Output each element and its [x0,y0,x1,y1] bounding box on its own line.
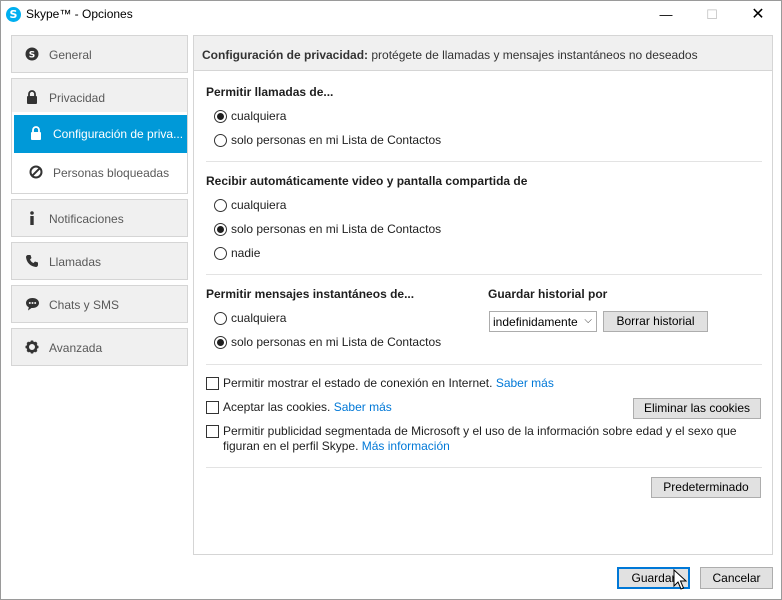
messages-radio-anyone[interactable]: cualquiera [214,311,286,325]
radio-label: cualquiera [231,198,287,212]
sidebar-subitem-privacy-settings[interactable]: Configuración de priva... [14,115,187,153]
panel-header-description: protégete de llamadas y mensajes instant… [368,48,698,62]
checkbox-indicator [206,401,219,414]
checkbox-indicator [206,377,219,390]
privacy-subitems: Configuración de priva... Personas bloqu… [11,112,188,194]
sidebar-item-privacidad[interactable]: Privacidad [11,78,188,116]
cookies-text: Aceptar las cookies. [223,400,331,414]
radio-label: solo personas en mi Lista de Contactos [231,335,442,349]
online-status-text: Permitir mostrar el estado de conexión e… [223,376,493,390]
panel-header-title: Configuración de privacidad: [202,48,369,62]
panel-header-text: Configuración de privacidad: protégete d… [202,48,698,62]
radio-label: solo personas en mi Lista de Contactos [231,222,442,236]
video-radio-nobody[interactable]: nadie [214,246,260,260]
svg-text:S: S [29,51,35,61]
video-section-title: Recibir automáticamente video y pantalla… [206,174,528,188]
options-window: S Skype™ - Opciones — ☐ ✕ S General Priv… [0,0,782,600]
checkbox-label: Permitir publicidad segmentada de Micros… [223,424,766,454]
radio-indicator [214,133,227,147]
cookies-checkbox[interactable]: Aceptar las cookies. Saber más [206,400,506,415]
gear-icon [24,340,40,356]
phone-icon [24,254,40,270]
calls-section-title: Permitir llamadas de... [206,85,334,99]
video-radio-anyone[interactable]: cualquiera [214,198,286,212]
close-button[interactable]: ✕ [735,1,781,29]
panel-header: Configuración de privacidad: protégete d… [194,36,772,71]
radio-indicator [214,198,227,212]
radio-label: solo personas en mi Lista de Contactos [231,133,442,147]
messages-section-title: Permitir mensajes instantáneos de... [206,287,415,301]
delete-cookies-button[interactable]: Eliminar las cookies [633,398,761,419]
skype-logo-icon: S [6,7,21,22]
sidebar-item-llamadas[interactable]: Llamadas [11,242,188,280]
section-divider [206,161,762,162]
sidebar-item-chats[interactable]: Chats y SMS [11,285,188,323]
sidebar-item-label: Privacidad [49,91,106,105]
radio-indicator [214,311,227,325]
radio-indicator [214,335,227,349]
radio-label: nadie [231,246,261,260]
checkbox-label: Aceptar las cookies. Saber más [223,400,392,415]
minimize-button[interactable]: — [643,1,689,29]
history-duration-select[interactable]: indefinidamente ⌵ [489,311,597,332]
radio-indicator [214,109,227,123]
sidebar-subitem-label: Configuración de priva... [53,127,184,141]
skype-icon: S [24,47,40,63]
sidebar-item-label: General [49,48,92,62]
history-section-title: Guardar historial por [488,287,608,301]
more-info-link[interactable]: Más información [362,439,450,453]
sidebar-item-label: Notificaciones [49,212,124,226]
select-value: indefinidamente [493,315,578,329]
radio-indicator [214,222,227,236]
radio-label: cualquiera [231,109,287,123]
section-divider [206,467,762,468]
cancel-button[interactable]: Cancelar [700,567,773,589]
learn-more-link[interactable]: Saber más [334,400,392,414]
checkbox-label: Permitir mostrar el estado de conexión e… [223,376,554,391]
section-divider [206,364,762,365]
messages-radio-contacts[interactable]: solo personas en mi Lista de Contactos [214,335,441,349]
targeted-ads-checkbox[interactable]: Permitir publicidad segmentada de Micros… [206,424,766,454]
lock-icon [28,126,44,142]
chat-icon [24,297,40,313]
mouse-cursor-icon [673,569,687,590]
video-radio-contacts[interactable]: solo personas en mi Lista de Contactos [214,222,441,236]
title-bar: S Skype™ - Opciones — ☐ ✕ [1,1,781,29]
learn-more-link[interactable]: Saber más [496,376,554,390]
online-status-checkbox[interactable]: Permitir mostrar el estado de conexión e… [206,376,626,391]
privacy-settings-panel: Configuración de privacidad: protégete d… [193,35,773,555]
chevron-down-icon: ⌵ [584,315,592,326]
section-divider [206,274,762,275]
clear-history-button[interactable]: Borrar historial [603,311,708,332]
checkbox-indicator [206,425,219,438]
maximize-button[interactable]: ☐ [689,1,735,29]
sidebar-item-label: Chats y SMS [49,298,120,312]
sidebar-subitem-blocked[interactable]: Personas bloqueadas [14,154,187,192]
window-title: Skype™ - Opciones [26,7,133,21]
radio-indicator [214,246,227,260]
radio-label: cualquiera [231,311,287,325]
calls-radio-contacts[interactable]: solo personas en mi Lista de Contactos [214,133,441,147]
sidebar-item-general[interactable]: S General [11,35,188,73]
sidebar-item-avanzada[interactable]: Avanzada [11,328,188,366]
block-icon [28,165,44,181]
sidebar-item-notificaciones[interactable]: Notificaciones [11,199,188,237]
calls-radio-anyone[interactable]: cualquiera [214,109,286,123]
sidebar-item-label: Llamadas [49,255,102,269]
targeted-ads-text: Permitir publicidad segmentada de Micros… [223,424,737,453]
sidebar-subitem-label: Personas bloqueadas [53,166,170,180]
default-button[interactable]: Predeterminado [651,477,761,498]
sidebar-item-label: Avanzada [49,341,103,355]
info-icon [24,211,40,227]
lock-icon [24,90,40,106]
